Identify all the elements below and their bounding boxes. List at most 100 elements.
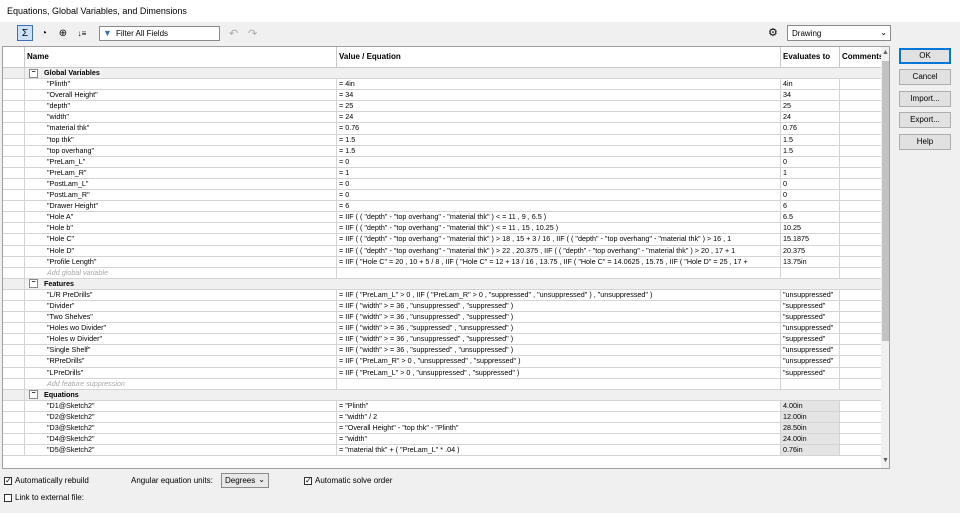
value-cell[interactable] <box>337 267 781 278</box>
comments-cell[interactable] <box>840 234 881 244</box>
scroll-thumb[interactable] <box>882 61 889 341</box>
table-row[interactable]: "Hole A" = IIF ( ( "depth" - "top overhan… <box>3 212 881 224</box>
dimension-view-icon[interactable]: ⊕ <box>55 25 71 41</box>
row-selector[interactable] <box>3 356 25 367</box>
table-row[interactable]: "top overhang" = 1.5 1.5 <box>3 145 881 157</box>
header-value[interactable]: Value / Equation <box>337 47 781 67</box>
name-cell[interactable]: "PostLam_R" <box>25 190 337 201</box>
value-cell[interactable]: = 1 <box>337 167 781 178</box>
row-selector[interactable] <box>3 90 25 101</box>
comments-cell[interactable] <box>840 368 881 378</box>
table-row[interactable]: "Plinth" = 4in 4in <box>3 79 881 91</box>
equation-view-icon[interactable]: Σ <box>17 25 33 41</box>
name-cell[interactable]: "Hole C" <box>25 234 337 245</box>
row-selector[interactable] <box>3 68 25 79</box>
cancel-button[interactable]: Cancel <box>899 69 951 85</box>
row-selector[interactable] <box>3 134 25 145</box>
table-row[interactable]: "Hole b" = IIF ( ( "depth" - "top overhan… <box>3 223 881 235</box>
table-row[interactable]: "L/R PreDrills" = IIF ( "PreLam_L" > 0 , … <box>3 289 881 301</box>
name-cell[interactable]: "Hole A" <box>25 212 337 223</box>
value-cell[interactable]: = IIF ( ( "depth" - "top overhang" - "ma… <box>337 245 781 256</box>
vertical-scrollbar[interactable]: ▲ ▼ <box>881 47 889 468</box>
table-row[interactable]: "D3@Sketch2" = "Overall Height" - "top th… <box>3 423 881 435</box>
value-cell[interactable]: = IIF ( "PreLam_L" > 0 , IIF ( "PreLam_R… <box>337 289 781 300</box>
comments-cell[interactable] <box>840 168 881 178</box>
row-selector[interactable] <box>3 234 25 245</box>
name-cell[interactable]: "LPreDrills" <box>25 367 337 378</box>
collapse-icon[interactable]: − <box>29 68 38 78</box>
value-cell[interactable]: = 24 <box>337 112 781 123</box>
table-row[interactable]: "width" = 24 24 <box>3 112 881 124</box>
auto-rebuild-checkbox[interactable]: ✓ Automatically rebuild <box>4 476 89 485</box>
row-selector[interactable] <box>3 123 25 134</box>
value-cell[interactable]: = IIF ( "Hole C" = 20 , 10 + 5 / 8 , IIF… <box>337 256 781 267</box>
collapse-icon[interactable]: − <box>29 390 38 400</box>
comments-cell[interactable] <box>840 334 881 344</box>
name-cell[interactable]: "Hole D" <box>25 245 337 256</box>
value-cell[interactable]: = "Plinth" <box>337 400 781 411</box>
row-selector[interactable] <box>3 323 25 334</box>
value-cell[interactable]: = IIF ( "width" > = 36 , "unsuppressed" … <box>337 312 781 323</box>
name-cell[interactable]: "material thk" <box>25 123 337 134</box>
section-header[interactable]: − Features <box>3 278 881 290</box>
auto-solve-checkbox[interactable]: ✓ Automatic solve order <box>304 476 392 485</box>
value-cell[interactable]: = IIF ( ( "depth" - "top overhang" - "ma… <box>337 212 781 223</box>
filter-input[interactable]: ▼ Filter All Fields <box>99 26 220 41</box>
add-row-label[interactable]: Add global variable <box>25 267 337 278</box>
add-row-label[interactable]: Add feature suppression <box>25 378 337 389</box>
scroll-down-icon[interactable]: ▼ <box>881 457 889 464</box>
name-cell[interactable]: "Profile Length" <box>25 256 337 267</box>
row-selector[interactable] <box>3 267 25 278</box>
table-row[interactable]: "PostLam_L" = 00 <box>3 178 881 191</box>
row-selector[interactable] <box>3 178 25 190</box>
redo-icon[interactable]: ↷ <box>248 27 257 40</box>
comments-cell[interactable] <box>840 268 881 278</box>
row-selector[interactable] <box>3 334 25 345</box>
name-cell[interactable]: "PostLam_L" <box>25 178 337 190</box>
table-row[interactable]: "Profile Length" = IIF ( "Hole C" = 20 , … <box>3 256 881 268</box>
table-row[interactable]: "Hole C" = IIF ( ( "depth" - "top overhan… <box>3 234 881 246</box>
table-row[interactable]: "Single Shelf" = IIF ( "width" > = 36 , "… <box>3 345 881 357</box>
name-cell[interactable]: "D1@Sketch2" <box>25 400 337 411</box>
value-cell[interactable]: = IIF ( "width" > = 36 , "unsuppressed" … <box>337 334 781 345</box>
table-row[interactable]: "material thk" = 0.76 0.76 <box>3 123 881 135</box>
comments-cell[interactable] <box>840 323 881 333</box>
value-cell[interactable]: = IIF ( "width" > = 36 , "suppressed" , … <box>337 323 781 334</box>
table-row[interactable]: "D2@Sketch2" = "width" / 2 12.00in <box>3 411 881 423</box>
row-selector[interactable] <box>3 445 25 456</box>
table-row[interactable]: "PostLam_R" = 00 <box>3 190 881 202</box>
comments-cell[interactable] <box>840 157 881 167</box>
row-selector[interactable] <box>3 400 25 411</box>
name-cell[interactable]: "RPreDrills" <box>25 356 337 367</box>
header-evaluates[interactable]: Evaluates to <box>781 47 840 67</box>
name-cell[interactable]: "width" <box>25 112 337 123</box>
table-row[interactable]: "PreLam_L" = 00 <box>3 156 881 168</box>
value-cell[interactable]: = IIF ( "PreLam_L" > 0 , "unsuppressed" … <box>337 367 781 378</box>
row-selector[interactable] <box>3 145 25 156</box>
sketch-equation-view-icon[interactable]: ◔ <box>36 25 52 41</box>
value-cell[interactable]: = IIF ( ( "depth" - "top overhang" - "ma… <box>337 234 781 245</box>
value-cell[interactable]: = 34 <box>337 90 781 101</box>
name-cell[interactable]: "depth" <box>25 101 337 112</box>
row-selector[interactable] <box>3 278 25 289</box>
comments-cell[interactable] <box>840 356 881 366</box>
name-cell[interactable]: "PreLam_R" <box>25 167 337 178</box>
add-row[interactable]: Add feature suppression <box>3 378 881 390</box>
table-row[interactable]: "Drawer Height" = 66 <box>3 201 881 213</box>
name-cell[interactable]: "Drawer Height" <box>25 201 337 212</box>
table-row[interactable]: "Holes wo Divider" = IIF ( "width" > = 36… <box>3 323 881 335</box>
comments-cell[interactable] <box>840 79 881 89</box>
header-name[interactable]: Name <box>25 47 337 67</box>
row-selector[interactable] <box>3 312 25 323</box>
name-cell[interactable]: "Holes w Divider" <box>25 334 337 345</box>
comments-cell[interactable] <box>840 201 881 211</box>
link-external-checkbox[interactable]: Link to external file: <box>4 493 84 502</box>
comments-cell[interactable] <box>840 112 881 122</box>
name-cell[interactable]: "Holes wo Divider" <box>25 323 337 334</box>
value-cell[interactable]: = 25 <box>337 101 781 112</box>
row-selector[interactable] <box>3 201 25 212</box>
row-selector[interactable] <box>3 434 25 445</box>
comments-cell[interactable] <box>840 123 881 133</box>
name-cell[interactable]: "D4@Sketch2" <box>25 434 337 445</box>
import-button[interactable]: Import... <box>899 91 951 107</box>
